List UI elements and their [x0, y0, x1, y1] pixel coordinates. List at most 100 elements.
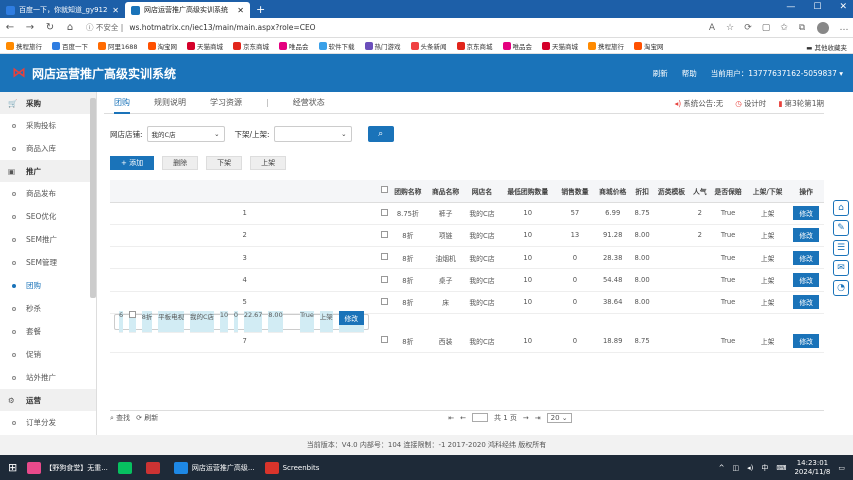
bookmark-item[interactable]: 天猫商城 — [187, 41, 223, 51]
bookmark-item[interactable]: 携程旅行 — [6, 41, 42, 51]
last-page-icon[interactable]: ⇥ — [535, 414, 541, 422]
new-tab-button[interactable]: + — [250, 2, 271, 18]
sidebar-item[interactable]: 促销 — [0, 343, 96, 366]
delete-button[interactable]: 删除 — [162, 156, 199, 170]
edit-button[interactable]: 修改 — [793, 206, 819, 221]
table-row[interactable]: 1 8.75折 裤子 我的C店 10 57 6.99 8.75 2 True 上架 修改 — [110, 202, 824, 225]
bookmark-item[interactable]: 唯品会 — [502, 41, 532, 51]
table-row[interactable]: 4 8折 桌子 我的C店 10 0 54.48 8.00 True 上架 修改 — [110, 268, 824, 292]
sidebar-item[interactable]: SEM推广 — [0, 228, 96, 251]
browser-tab[interactable]: 网店运营推广高级实训系统 ✕ — [125, 2, 250, 18]
minimize-icon[interactable]: — — [786, 2, 795, 12]
table-cell[interactable] — [379, 202, 389, 225]
more-icon[interactable]: … — [835, 23, 853, 33]
table-cell[interactable] — [379, 291, 389, 314]
table-cell[interactable] — [379, 224, 389, 248]
row-checkbox[interactable] — [380, 230, 388, 238]
taskbar-item[interactable]: Screenbits — [264, 461, 319, 474]
taskbar-item[interactable]: 网店运营推广高级... — [173, 461, 255, 474]
row-checkbox[interactable] — [380, 253, 388, 261]
edit-button[interactable]: 修改 — [793, 273, 819, 288]
star-icon[interactable]: ☆ — [721, 23, 739, 33]
next-page-icon[interactable]: → — [523, 414, 529, 422]
sidebar-group[interactable]: ▣ 推广 — [0, 160, 96, 182]
sidebar-item[interactable]: 采购投标 — [0, 114, 96, 137]
table-cell[interactable] — [379, 246, 389, 270]
keyboard-icon[interactable]: ⌨ — [776, 464, 786, 472]
table-cell[interactable] — [128, 310, 136, 334]
sidebar-item[interactable]: 秒杀 — [0, 297, 96, 320]
edit-button[interactable]: 修改 — [793, 228, 819, 243]
bookmark-item[interactable]: 京东商城 — [233, 41, 269, 51]
bookmark-item[interactable]: 京东商城 — [456, 41, 493, 51]
prev-page-icon[interactable]: ← — [460, 414, 466, 422]
sidebar-item[interactable]: 商品入库 — [0, 137, 96, 160]
notification-icon[interactable]: ▭ — [838, 464, 845, 472]
bookmark-item[interactable]: 阿里1688 — [98, 41, 138, 51]
taskbar-item[interactable] — [145, 461, 164, 474]
table-row[interactable]: 7 8折 西装 我的C店 10 0 18.89 8.75 True 上架 修改 — [110, 329, 824, 353]
column-header[interactable] — [379, 180, 389, 203]
table-cell[interactable] — [379, 329, 389, 353]
browser-tab[interactable]: 百度一下，你就知道_gy912导航 ✕ — [0, 2, 125, 18]
sidebar-group[interactable]: 🛒 采购 — [0, 92, 96, 114]
read-aloud-icon[interactable]: A — [703, 23, 721, 33]
collections-icon[interactable]: ⧉ — [793, 23, 811, 33]
table-row[interactable]: 5 8折床我的C店 10 0 38.64 8.00 True 上架 修改 — [110, 291, 824, 314]
chat-tool-icon[interactable]: ✉ — [833, 260, 849, 276]
clock[interactable]: 14:23:01 2024/11/8 — [794, 459, 830, 477]
url-field[interactable]: ⓘ 不安全 | ws.hotmatrix.cn/iec13/main/main.… — [86, 20, 703, 35]
taskbar-item[interactable] — [117, 461, 136, 474]
bookmark-folder[interactable]: ▬ 其他收藏夹 — [806, 42, 847, 52]
table-row[interactable]: 3 8折 油烟机 我的C店 10 0 28.38 8.00 True 上架 修改 — [110, 246, 824, 270]
bookmark-item[interactable]: 软件下载 — [318, 41, 355, 51]
sidebar-item[interactable]: 商品发布 — [0, 182, 96, 205]
back-icon[interactable]: ← — [0, 22, 20, 33]
content-tab[interactable]: 团购 — [114, 92, 130, 114]
split-icon[interactable]: ▢ — [757, 23, 775, 33]
select-all-checkbox[interactable] — [380, 186, 388, 194]
bookmark-item[interactable]: 百度一下 — [52, 41, 88, 51]
edit-tool-icon[interactable]: ✎ — [833, 220, 849, 236]
help-link[interactable]: 帮助 — [682, 68, 697, 79]
bookmark-item[interactable]: 携程旅行 — [588, 41, 624, 51]
refresh-page-icon[interactable]: ⟳ — [739, 23, 757, 33]
row-checkbox[interactable] — [128, 310, 136, 318]
home-tool-icon[interactable]: ⌂ — [833, 200, 849, 216]
profile-avatar[interactable] — [817, 21, 829, 34]
bookmark-item[interactable]: 头条新闻 — [410, 41, 447, 51]
sidebar-item[interactable]: 站外推广 — [0, 366, 96, 389]
network-icon[interactable]: ◫ — [732, 464, 739, 472]
edit-button[interactable]: 修改 — [793, 295, 819, 310]
status-select[interactable]: ⌄ — [273, 126, 352, 142]
bookmark-item[interactable]: 热门游戏 — [364, 41, 401, 51]
table-cell[interactable] — [379, 268, 389, 292]
volume-icon[interactable]: ◂) — [747, 464, 753, 472]
sidebar-item[interactable]: 团购 — [0, 274, 96, 297]
bookmark-item[interactable]: 天猫商城 — [542, 41, 578, 51]
close-window-icon[interactable]: ✕ — [839, 2, 847, 12]
row-checkbox[interactable] — [380, 336, 388, 344]
shelve-button[interactable]: 上架 — [250, 156, 287, 170]
sidebar-group[interactable]: ⚙ 运营 — [0, 389, 96, 411]
first-page-icon[interactable]: ⇤ — [448, 414, 454, 422]
reload-icon[interactable]: ↻ — [40, 22, 60, 33]
edit-button[interactable]: 修改 — [793, 333, 819, 348]
taskbar-item[interactable]: 【野狗食堂】无重... — [27, 461, 108, 474]
find-button[interactable]: ⌕ 查找 — [110, 413, 130, 423]
close-icon[interactable]: ✕ — [237, 6, 244, 15]
row-checkbox[interactable] — [380, 297, 388, 305]
row-checkbox[interactable] — [380, 275, 388, 283]
shop-select[interactable]: 我的C店 ⌄ — [146, 126, 225, 142]
maximize-icon[interactable]: ☐ — [813, 2, 821, 12]
sidebar-item[interactable]: SEO优化 — [0, 205, 96, 228]
chart-tool-icon[interactable]: ◔ — [833, 280, 849, 296]
forward-icon[interactable]: → — [20, 22, 40, 33]
user-menu[interactable]: 当前用户：13777637162-5059837 ▾ — [711, 68, 843, 79]
list-tool-icon[interactable]: ☰ — [833, 240, 849, 256]
tray-chevron-icon[interactable]: ^ — [719, 464, 725, 472]
close-icon[interactable]: ✕ — [112, 6, 119, 15]
refresh-button[interactable]: ⟳ 刷新 — [136, 413, 158, 423]
unshelve-button[interactable]: 下架 — [206, 156, 243, 170]
ime-indicator[interactable]: 中 — [761, 463, 768, 473]
